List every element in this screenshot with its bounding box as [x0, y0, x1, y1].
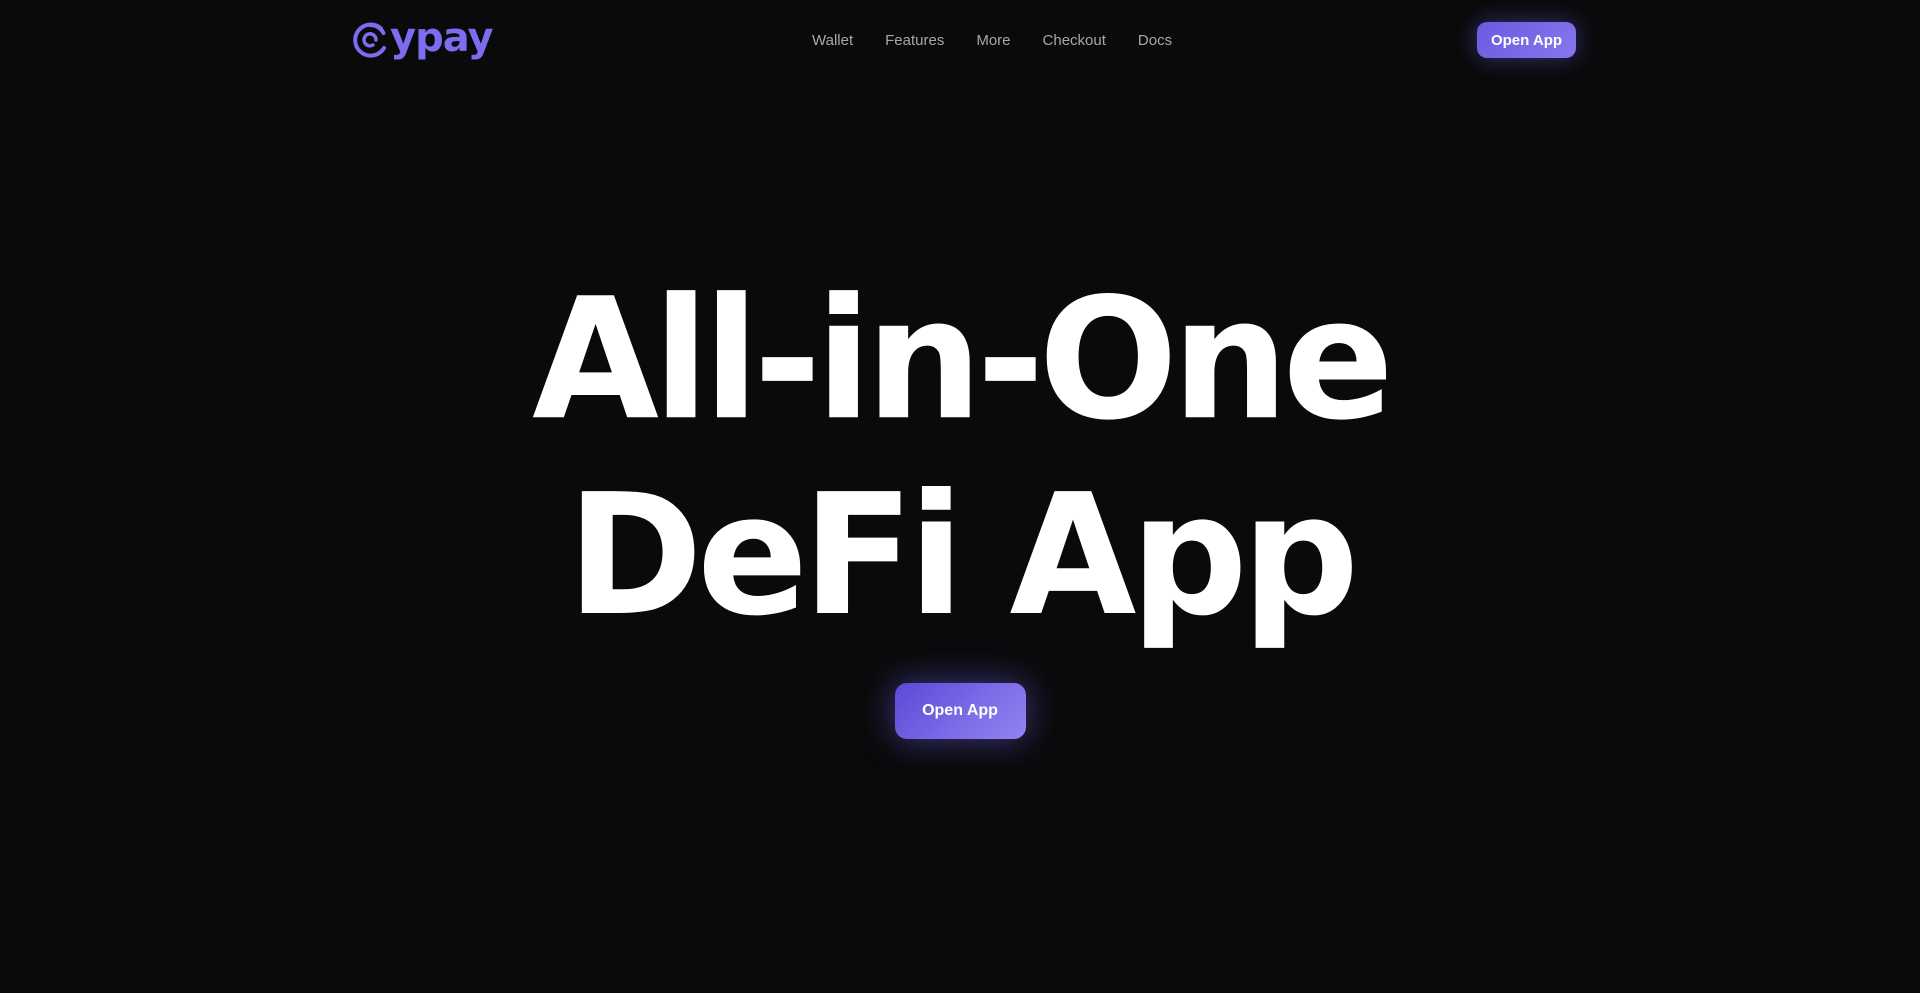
- main-nav: Wallet Features More Checkout Docs: [812, 14, 1172, 66]
- nav-item-docs[interactable]: Docs: [1138, 33, 1172, 48]
- hero-cta-container: Open App: [0, 683, 1920, 739]
- hero-title: All-in-One DeFi App: [0, 262, 1920, 654]
- c-swirl-icon: [353, 22, 386, 58]
- nav-item-checkout[interactable]: Checkout: [1043, 33, 1106, 48]
- hero-title-line-1: All-in-One: [0, 262, 1920, 458]
- landing-page: ypay Wallet Features More Checkout Docs …: [0, 0, 1920, 993]
- hero-title-line-2: DeFi App: [566, 458, 1359, 653]
- site-header: ypay Wallet Features More Checkout Docs …: [348, 14, 1576, 66]
- nav-item-more[interactable]: More: [976, 33, 1010, 48]
- nav-item-features[interactable]: Features: [885, 33, 944, 48]
- brand-name: ypay: [390, 15, 494, 61]
- nav-item-wallet[interactable]: Wallet: [812, 33, 853, 48]
- header-open-app-button[interactable]: Open App: [1477, 22, 1576, 58]
- brand-logo[interactable]: ypay: [348, 14, 494, 66]
- hero-open-app-button[interactable]: Open App: [894, 683, 1026, 739]
